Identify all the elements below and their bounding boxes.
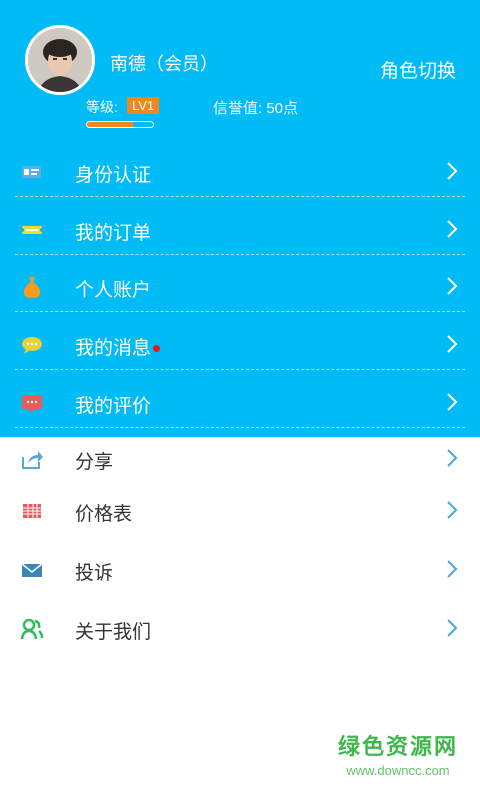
menu-item-reviews[interactable]: 我的评价 <box>0 378 480 428</box>
menu-label: 身份认证 <box>75 165 152 186</box>
menu-item-messages[interactable]: 我的消息 <box>0 320 480 370</box>
menu-label: 个人账户 <box>75 280 152 301</box>
chevron-right-icon <box>444 333 460 355</box>
avatar-image <box>28 28 92 92</box>
money-bag-icon <box>20 275 44 299</box>
envelope-icon <box>20 558 44 582</box>
chevron-right-icon <box>444 558 460 580</box>
watermark-title: 绿色资源网 <box>337 734 458 759</box>
credit-value: 信誉值: 50点 <box>213 100 299 117</box>
menu-label: 投诉 <box>75 563 114 584</box>
menu-label: 我的订单 <box>75 223 152 244</box>
watermark: 绿色资源网 www.downcc.com <box>338 729 458 778</box>
menu-label: 价格表 <box>75 504 133 525</box>
divider <box>15 254 465 255</box>
menu-label: 分享 <box>75 452 114 473</box>
price-table-icon <box>20 499 44 523</box>
level-progress-bar <box>86 121 154 128</box>
role-switch-button[interactable]: 角色切换 <box>380 56 456 83</box>
menu-item-account[interactable]: 个人账户 <box>0 262 480 312</box>
id-card-icon <box>20 160 44 184</box>
divider <box>15 196 465 197</box>
menu-item-about-us[interactable]: 关于我们 <box>0 604 480 654</box>
divider <box>15 369 465 370</box>
users-icon <box>20 617 44 641</box>
chevron-right-icon <box>444 391 460 413</box>
chevron-right-icon <box>444 499 460 521</box>
chevron-right-icon <box>444 447 460 469</box>
notification-dot <box>153 345 161 353</box>
chevron-right-icon <box>444 617 460 639</box>
avatar[interactable] <box>25 25 95 95</box>
level-label: 等级: <box>86 99 118 115</box>
username: 南德（会员） <box>110 54 218 74</box>
menu-item-price-table[interactable]: 价格表 <box>0 486 480 536</box>
menu-item-share[interactable]: 分享 <box>0 434 480 484</box>
chat-bubble-icon <box>20 333 44 357</box>
menu-item-orders[interactable]: 我的订单 <box>0 205 480 255</box>
chevron-right-icon <box>444 275 460 297</box>
profile-header: 南德（会员） 角色切换 等级: LV1 信誉值: 50点 身份认证 我的订单 个… <box>0 0 480 437</box>
menu-label: 关于我们 <box>75 622 152 643</box>
ticket-icon <box>20 218 44 242</box>
level-progress-fill <box>87 122 134 127</box>
divider <box>15 427 465 428</box>
menu-item-identity[interactable]: 身份认证 <box>0 147 480 197</box>
menu-label-text: 我的消息 <box>75 338 152 359</box>
menu-label: 我的消息 <box>75 333 161 360</box>
chevron-right-icon <box>444 160 460 182</box>
watermark-url: www.downcc.com <box>346 763 450 778</box>
menu-label: 我的评价 <box>75 396 152 417</box>
menu-item-complaint[interactable]: 投诉 <box>0 545 480 595</box>
share-icon <box>20 447 44 471</box>
comment-icon <box>20 391 44 415</box>
level-badge: LV1 <box>127 97 160 114</box>
chevron-right-icon <box>444 218 460 240</box>
divider <box>15 311 465 312</box>
